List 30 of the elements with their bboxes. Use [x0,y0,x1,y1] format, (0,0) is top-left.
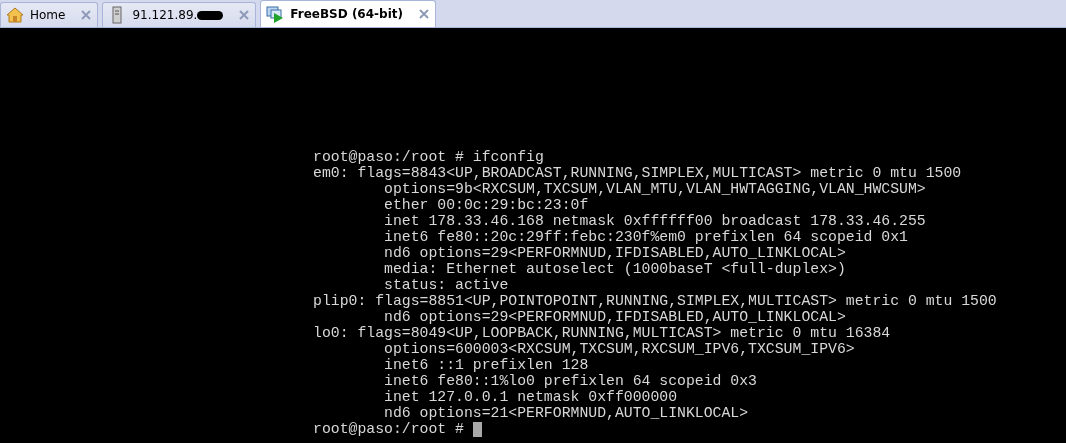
console-line: nd6 options=21<PERFORMNUD,AUTO_LINKLOCAL> [383,405,750,421]
close-icon[interactable] [418,9,429,19]
console-line: options=9b<RXCSUM,TXCSUM,VLAN_MTU,VLAN_HWTAGGING,VLAN_HWCSUM> [383,181,927,197]
console-line: em0: flags=8843<UP,BROADCAST,RUNNING,SIMPLEX,MULTICAST> metric 0 mtu 1500 [313,165,963,181]
console-line: plip0: flags=8851<UP,POINTOPOINT,RUNNING,SIMPLEX,MULTICAST> metric 0 mtu 1500 [313,293,998,309]
tab[interactable]: Home [0,2,99,27]
tab-label: Home [30,8,66,22]
house-icon [6,6,24,24]
tab-label: 91.121.89. [132,8,224,22]
console-line: inet6 ::1 prefixlen 128 [383,357,590,373]
console-line: media: Ethernet autoselect (1000baseT <full-duplex>) [383,261,847,277]
console-line: status: active [383,277,510,293]
console-line: inet 178.33.46.168 netmask 0xffffff00 broadcast 178.33.46.255 [383,213,927,229]
close-icon[interactable] [239,10,250,20]
tab[interactable]: 91.121.89. [102,2,257,27]
console-prompt: root@paso:/root # [313,421,464,437]
console-line: options=600003<RXCSUM,TXCSUM,RXCSUM_IPV6,TXCSUM_IPV6> [383,341,856,357]
tab-label: FreeBSD (64-bit) [290,7,403,21]
tab[interactable]: FreeBSD (64-bit) [260,0,436,27]
console-line: nd6 options=29<PERFORMNUD,IFDISABLED,AUTO_LINKLOCAL> [383,309,847,325]
console-line: ether 00:0c:29:bc:23:0f [383,197,590,213]
console-line: nd6 options=29<PERFORMNUD,IFDISABLED,AUTO_LINKLOCAL> [383,245,847,261]
console-line: lo0: flags=8049<UP,LOOPBACK,RUNNING,MULTICAST> metric 0 mtu 16384 [313,325,892,341]
console-line: inet 127.0.0.1 netmask 0xff000000 [383,389,679,405]
text-cursor [472,421,482,437]
console-line: inet6 fe80::20c:29ff:febc:230f%em0 prefixlen 64 scopeid 0x1 [383,229,909,245]
vm-play-icon [266,5,285,23]
close-icon[interactable] [81,10,92,20]
console-line: inet6 fe80::1%lo0 prefixlen 64 scopeid 0x3 [383,373,758,389]
console-line: root@paso:/root # ifconfig [313,149,545,165]
